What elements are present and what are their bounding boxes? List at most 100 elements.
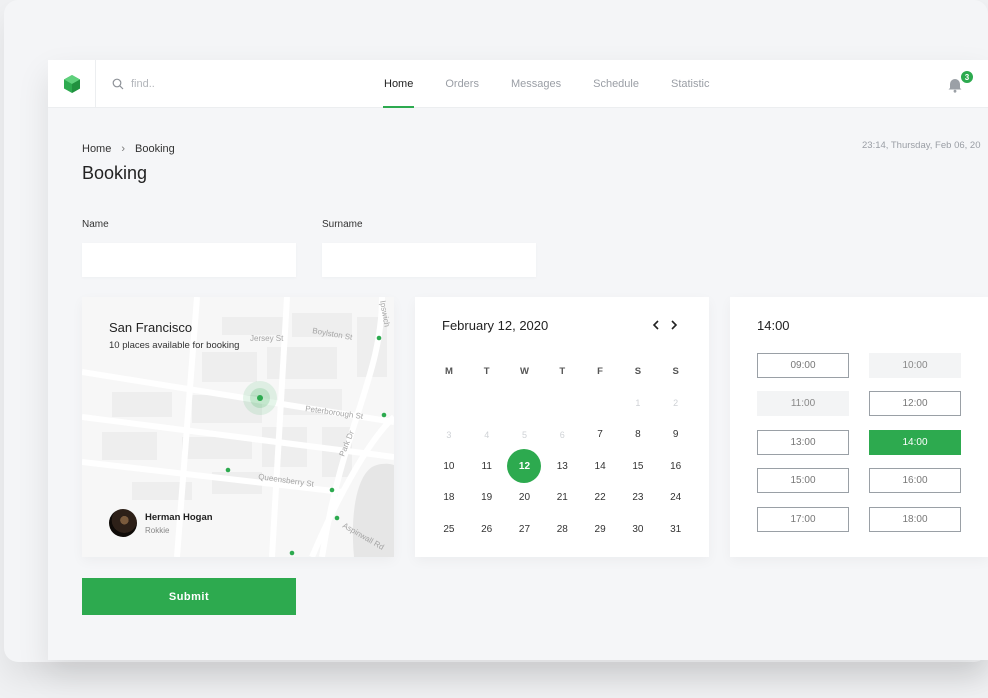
place-marker[interactable] [225, 467, 231, 473]
calendar-day[interactable]: 26 [468, 514, 506, 546]
calendar-day[interactable]: 16 [657, 451, 695, 483]
chevron-left-icon[interactable] [648, 317, 664, 333]
search-box [112, 75, 251, 93]
weekday-header: M T W T F S S [430, 356, 695, 388]
person-role: Rokkie [145, 525, 170, 535]
calendar-week: 3 4 5 6 7 8 9 [430, 419, 695, 451]
time-slot-selected[interactable]: 14:00 [869, 430, 961, 455]
calendar-day-number: 14 [594, 460, 606, 472]
calendar-day: 4 [468, 419, 506, 451]
map-availability: 10 places available for booking [109, 340, 240, 351]
surname-input[interactable] [322, 243, 536, 277]
calendar-day[interactable]: 23 [619, 482, 657, 514]
nav-tab-schedule[interactable]: Schedule [577, 60, 655, 108]
calendar-weeks: 1 2 3 4 5 6 7 8 9 10 11 12 13 14 15 16 18 19 20 21 22 23 24 25 2… [430, 388, 695, 546]
calendar-day-selected[interactable]: 12 [506, 449, 544, 484]
calendar-day[interactable]: 24 [657, 482, 695, 514]
calendar-week: 10 11 12 13 14 15 16 [430, 449, 695, 484]
weekday-label: F [597, 366, 603, 378]
time-slot[interactable]: 10:00 [869, 353, 961, 378]
calendar-day[interactable]: 30 [619, 514, 657, 546]
map-city: San Francisco [109, 320, 193, 335]
hexagon-logo-icon [63, 75, 80, 93]
top-bar: Home Orders Messages Schedule Statistic … [48, 60, 988, 108]
calendar-day[interactable]: 19 [468, 482, 506, 514]
breadcrumb-current: Booking [135, 143, 175, 155]
calendar-day[interactable]: 8 [619, 419, 657, 451]
calendar-day-empty [581, 388, 619, 420]
calendar-day[interactable]: 7 [581, 419, 619, 451]
calendar-day[interactable]: 11 [468, 451, 506, 483]
person-name: Herman Hogan [145, 511, 213, 523]
time-slot[interactable]: 11:00 [757, 391, 849, 416]
time-slot[interactable]: 15:00 [757, 468, 849, 493]
calendar-day-number: 22 [594, 492, 606, 504]
weekday-label: T [559, 366, 566, 378]
calendar-day-number: 3 [446, 429, 452, 440]
current-datetime: 23:14, Thursday, Feb 06, 20 [862, 140, 981, 151]
calendar-grid: M T W T F S S 1 2 3 4 5 6 7 8 9 10 11 12 13 14 15 16 18 1… [430, 356, 695, 545]
time-slot[interactable]: 13:00 [757, 430, 849, 455]
calendar-day[interactable]: 18 [430, 482, 468, 514]
calendar-day-number: 27 [518, 523, 531, 535]
calendar-day[interactable]: 31 [657, 514, 695, 546]
place-marker[interactable] [376, 335, 382, 341]
calendar-day: 2 [657, 388, 695, 420]
nav-tab-orders[interactable]: Orders [429, 60, 495, 108]
chevron-right-icon: › [121, 143, 126, 155]
calendar-day: 5 [506, 419, 544, 451]
calendar-day-number: 9 [672, 429, 679, 441]
app-window: Home Orders Messages Schedule Statistic … [48, 60, 988, 660]
calendar-day: 6 [543, 419, 581, 451]
calendar-day[interactable]: 22 [581, 482, 619, 514]
calendar-day-number: 26 [481, 523, 493, 535]
nav-tab-messages[interactable]: Messages [495, 60, 577, 108]
calendar-day[interactable]: 10 [430, 451, 468, 483]
calendar-day[interactable]: 29 [581, 514, 619, 546]
search-input[interactable] [131, 78, 251, 90]
breadcrumb-home[interactable]: Home [82, 143, 111, 155]
calendar-day[interactable]: 27 [506, 514, 544, 546]
calendar-day[interactable]: 9 [657, 419, 695, 451]
calendar-day-number: 13 [556, 460, 568, 472]
calendar-week: 25 26 27 28 29 30 31 [430, 514, 695, 546]
logo[interactable] [48, 60, 96, 108]
current-location-marker[interactable] [257, 395, 263, 401]
calendar-day-number: 1 [635, 398, 641, 409]
time-slot[interactable]: 16:00 [869, 468, 961, 493]
calendar-day-empty [468, 388, 506, 420]
time-slot[interactable]: 18:00 [869, 507, 961, 532]
calendar-day-empty [430, 388, 468, 420]
calendar-day-number: 12 [507, 449, 542, 484]
time-slot[interactable]: 09:00 [757, 353, 849, 378]
calendar-day[interactable]: 15 [619, 451, 657, 483]
time-slot[interactable]: 12:00 [869, 391, 961, 416]
calendar-day: 1 [619, 388, 657, 420]
calendar-day-number: 16 [670, 460, 682, 472]
calendar-day[interactable]: 28 [543, 514, 581, 546]
time-slot[interactable]: 17:00 [757, 507, 849, 532]
calendar-day-number: 24 [670, 492, 682, 504]
calendar-day[interactable]: 21 [543, 482, 581, 514]
calendar-day[interactable]: 25 [430, 514, 468, 546]
place-marker[interactable] [329, 487, 335, 493]
calendar-day-number: 10 [443, 460, 455, 472]
place-marker[interactable] [289, 550, 295, 556]
nav-tab-home[interactable]: Home [368, 60, 429, 108]
name-input[interactable] [82, 243, 296, 277]
nav-tab-statistic[interactable]: Statistic [655, 60, 726, 108]
calendar-day-number: 18 [443, 492, 455, 504]
calendar-day-number: 21 [556, 492, 568, 504]
submit-button[interactable]: Submit [82, 578, 296, 615]
place-marker[interactable] [334, 515, 340, 521]
calendar-day[interactable]: 14 [581, 451, 619, 483]
calendar-day[interactable]: 13 [543, 451, 581, 483]
main-nav: Home Orders Messages Schedule Statistic [368, 60, 726, 108]
calendar-day: 3 [430, 419, 468, 451]
calendar-day-number: 11 [481, 460, 492, 472]
chevron-right-icon[interactable] [666, 317, 682, 333]
person-card[interactable]: Herman Hogan Rokkie [109, 509, 213, 537]
place-marker[interactable] [381, 412, 387, 418]
calendar-day-number: 6 [559, 429, 565, 440]
calendar-day[interactable]: 20 [506, 482, 544, 514]
